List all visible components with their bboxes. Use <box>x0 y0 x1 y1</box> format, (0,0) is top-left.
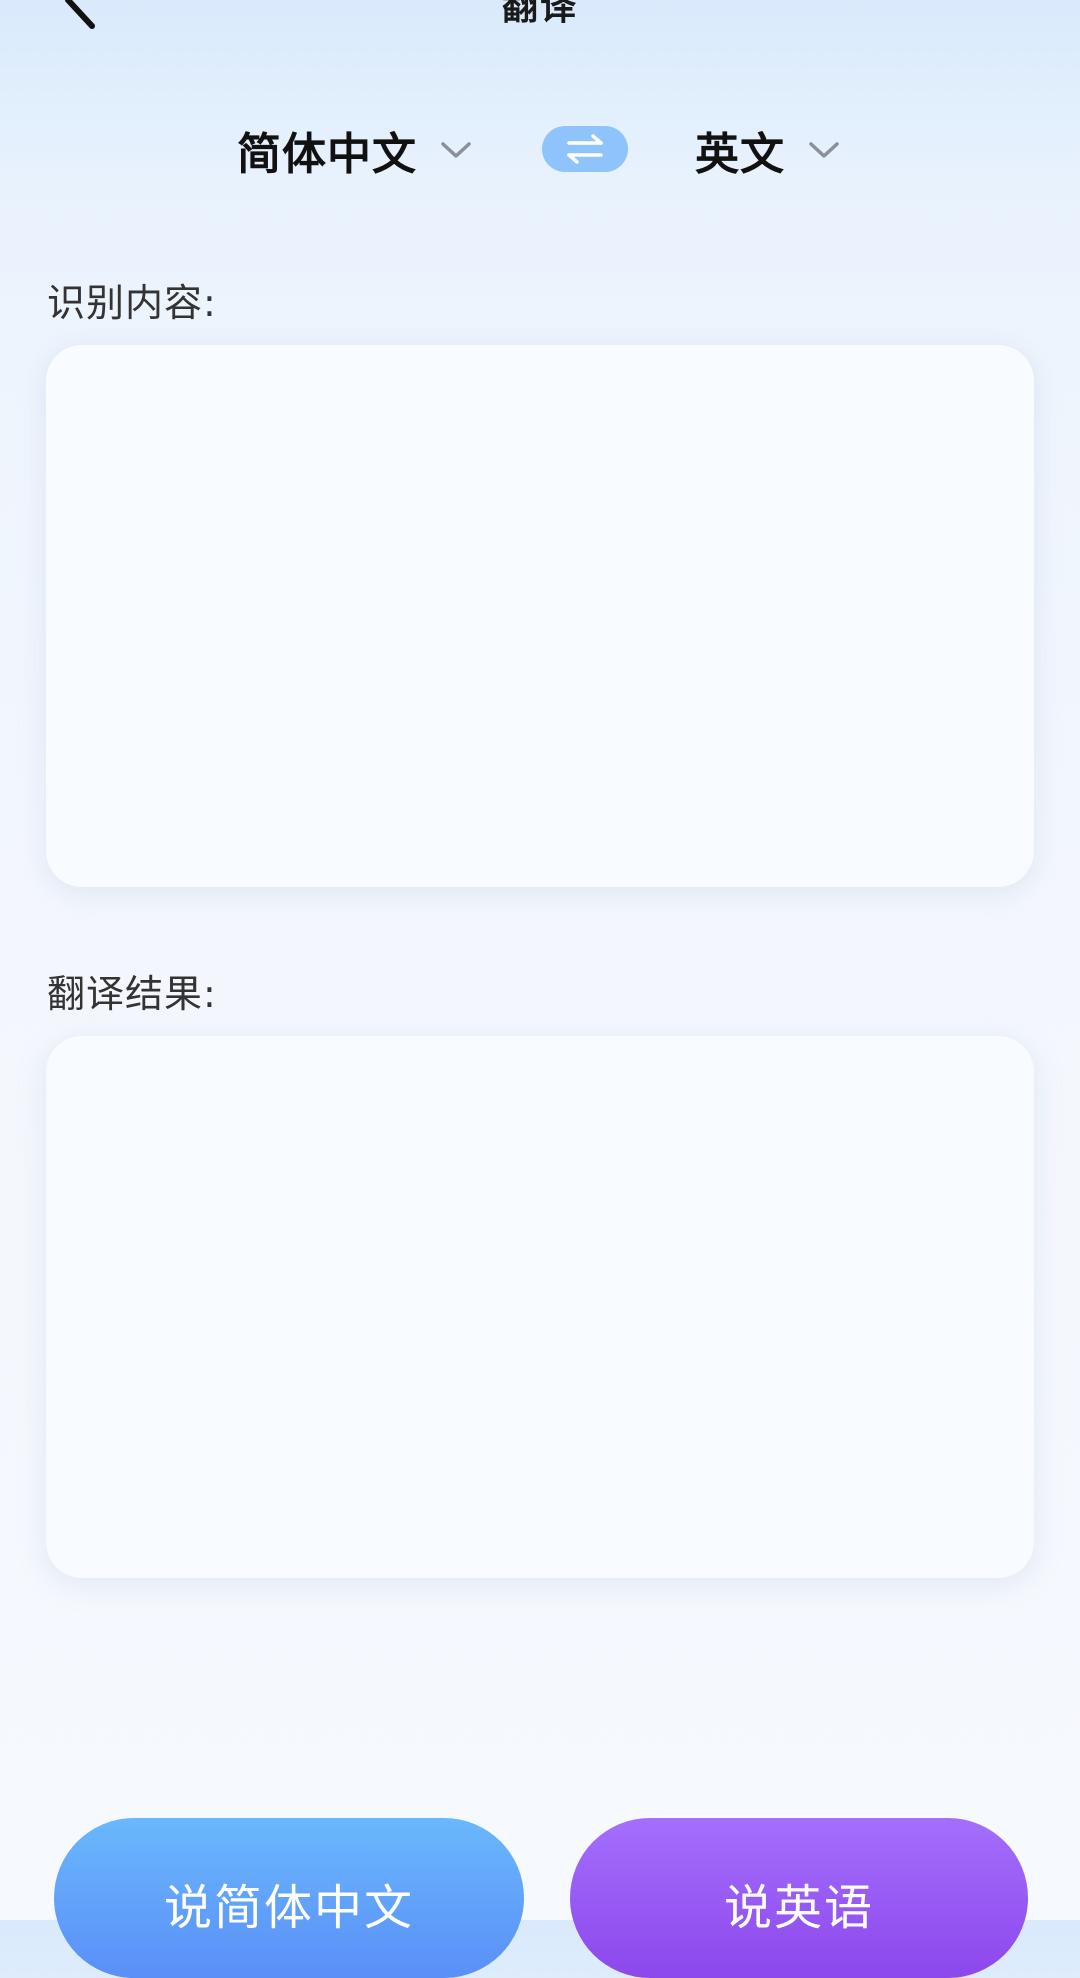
speak-english-button[interactable]: 说英语 <box>570 1818 1028 1978</box>
recognized-content-label: 识别内容: <box>47 281 217 325</box>
speak-chinese-label: 说简体中文 <box>163 1880 414 1936</box>
target-language-label: 英文 <box>695 129 785 180</box>
chevron-down-icon <box>441 142 471 158</box>
chevron-down-icon <box>809 142 839 158</box>
swap-arrows-icon <box>567 134 603 164</box>
page-title: 翻译 <box>501 0 578 28</box>
swap-language-button[interactable] <box>542 126 628 172</box>
speak-english-label: 说英语 <box>723 1880 874 1936</box>
recognized-content-box[interactable] <box>46 345 1034 887</box>
source-language-selector[interactable]: 简体中文 <box>237 118 471 182</box>
source-language-label: 简体中文 <box>237 129 417 180</box>
speak-chinese-button[interactable]: 说简体中文 <box>54 1818 524 1978</box>
target-language-selector[interactable]: 英文 <box>695 118 839 182</box>
translation-result-label: 翻译结果: <box>47 972 217 1016</box>
translation-result-box[interactable] <box>46 1036 1034 1578</box>
